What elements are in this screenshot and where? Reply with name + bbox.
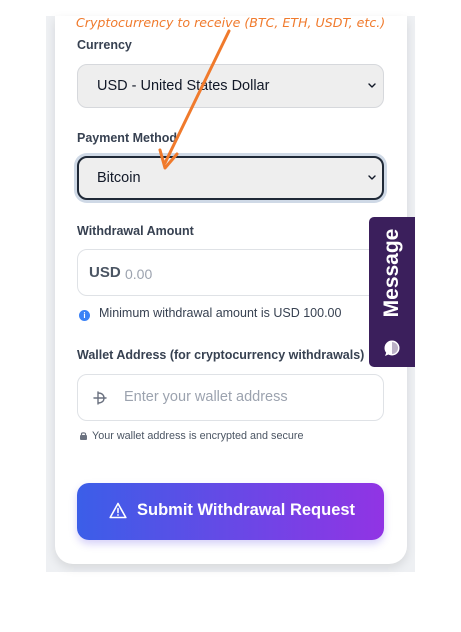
wallet-address-label: Wallet Address (for cryptocurrency withd… (77, 348, 365, 362)
annotation-callout: Cryptocurrency to receive (BTC, ETH, USD… (76, 15, 386, 30)
secure-note: Your wallet address is encrypted and sec… (79, 430, 303, 442)
withdrawal-amount-label: Withdrawal Amount (77, 224, 194, 238)
info-icon: i (79, 310, 90, 321)
chat-bubble-icon (384, 340, 400, 356)
payment-method-label: Payment Method (77, 131, 178, 145)
currency-label: Currency (77, 38, 132, 52)
wallet-address-input[interactable]: Enter your wallet address (77, 374, 384, 421)
currency-select[interactable]: USD - United States Dollar (77, 64, 384, 108)
secure-note-text: Your wallet address is encrypted and sec… (92, 430, 304, 442)
warning-icon (109, 502, 127, 519)
submit-withdrawal-button[interactable]: Submit Withdrawal Request (77, 483, 384, 540)
wallet-icon (93, 391, 107, 405)
currency-selected-value: USD - United States Dollar (97, 78, 270, 94)
withdrawal-amount-input[interactable]: USD 0.00 (77, 249, 384, 296)
minimum-amount-text: Minimum withdrawal amount is USD 100.00 (99, 306, 342, 320)
currency-prefix: USD (89, 264, 121, 281)
submit-button-label: Submit Withdrawal Request (137, 501, 356, 519)
message-tab-label: Message (380, 228, 403, 318)
chevron-down-icon (368, 83, 376, 88)
payment-method-select[interactable]: Bitcoin (77, 156, 384, 200)
wallet-address-placeholder: Enter your wallet address (124, 389, 288, 405)
lock-icon (80, 432, 87, 440)
minimum-amount-hint: i Minimum withdrawal amount is USD 100.00 (79, 306, 341, 321)
message-tab[interactable]: Message (369, 217, 415, 367)
chevron-down-icon (368, 175, 376, 180)
payment-method-selected-value: Bitcoin (97, 170, 141, 186)
amount-placeholder: 0.00 (125, 266, 153, 282)
